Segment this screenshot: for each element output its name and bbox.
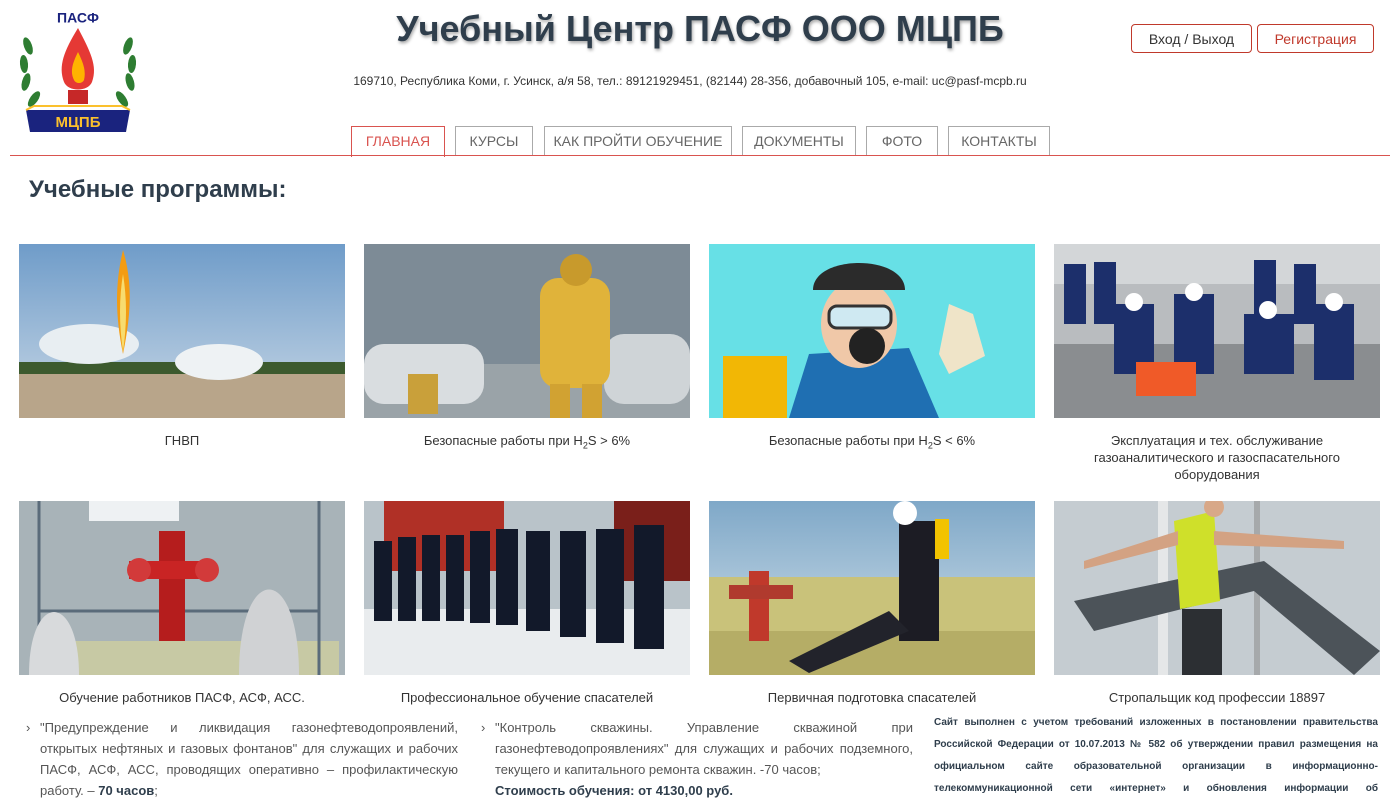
program-card-pasf-training[interactable]: Обучение работников ПАСФ, АСФ, АСС. [19, 501, 345, 706]
rescuers-lineup-photo[interactable] [364, 501, 690, 675]
nav-divider [10, 155, 1390, 156]
program-text: "Контроль скважины. Управление скважиной… [495, 720, 913, 777]
legal-note: Сайт выполнен с учетом требований изложе… [934, 717, 1378, 794]
program-card-caption: Безопасные работы при H2S > 6% [364, 432, 690, 455]
section-title: Учебные программы: [29, 176, 287, 203]
rescue-drag-photo[interactable] [709, 501, 1035, 675]
program-card-slinger[interactable]: Стропальщик код профессии 18897 [1054, 501, 1380, 706]
hazmat-suit-photo[interactable] [364, 244, 690, 418]
chevron-right-icon: › [26, 720, 31, 735]
program-card-caption: Безопасные работы при H2S < 6% [709, 432, 1035, 455]
program-card-caption: Стропальщик код профессии 18897 [1108, 690, 1326, 705]
program-description-well-control: › "Контроль скважины. Управление скважин… [481, 717, 913, 800]
steel-beam-worker-photo[interactable] [1054, 501, 1380, 675]
caption-text: S > 6% [587, 433, 631, 448]
program-card-h2s-above-6[interactable]: Безопасные работы при H2S > 6% [364, 244, 690, 455]
program-description-gnvp: › "Предупреждение и ликвидация газонефте… [26, 717, 458, 800]
tab-documents[interactable]: ДОКУМЕНТЫ [742, 126, 856, 156]
login-logout-button[interactable]: Вход / Выход [1131, 24, 1252, 53]
program-card-h2s-below-6[interactable]: Безопасные работы при H2S < 6% [709, 244, 1035, 455]
wellhead-stand-photo[interactable] [19, 501, 345, 675]
tab-courses[interactable]: КУРСЫ [455, 126, 533, 156]
tab-photo[interactable]: ФОТО [866, 126, 938, 156]
caption-text: Безопасные работы при H [768, 433, 928, 448]
program-card-caption: Профессиональное обучение спасателей [400, 690, 654, 705]
program-card-gnvp[interactable]: ГНВП [19, 244, 345, 449]
gas-flare-photo[interactable] [19, 244, 345, 418]
program-tail: ; [154, 783, 158, 798]
caption-text: S < 6% [932, 433, 976, 448]
program-price: Стоимость обучения: от 4130,00 руб. [495, 783, 733, 798]
tab-home[interactable]: ГЛАВНАЯ [351, 126, 445, 157]
program-card-rescuers-professional[interactable]: Профессиональное обучение спасателей [364, 501, 690, 706]
caption-text: Безопасные работы при H [423, 433, 583, 448]
contact-address: 169710, Республика Коми, г. Усинск, а/я … [353, 74, 1027, 88]
program-card-caption: Первичная подготовка спасателей [767, 690, 977, 705]
tab-how-to-study[interactable]: КАК ПРОЙТИ ОБУЧЕНИЕ [544, 126, 732, 156]
program-card-gas-equipment[interactable]: Эксплуатация и тех. обслуживание газоана… [1054, 244, 1380, 483]
chevron-right-icon: › [481, 720, 486, 735]
program-hours: 70 часов [98, 783, 155, 798]
gas-mask-worker-photo[interactable] [709, 244, 1035, 418]
tab-contacts[interactable]: КОНТАКТЫ [948, 126, 1050, 156]
program-card-rescuers-primary[interactable]: Первичная подготовка спасателей [709, 501, 1035, 706]
program-card-caption: ГНВП [164, 433, 200, 448]
program-card-caption: Эксплуатация и тех. обслуживание газоана… [1094, 433, 1340, 482]
rescue-training-photo[interactable] [1054, 244, 1380, 418]
program-card-caption: Обучение работников ПАСФ, АСФ, АСС. [59, 690, 305, 705]
main-navigation: ГЛАВНАЯ КУРСЫ КАК ПРОЙТИ ОБУЧЕНИЕ ДОКУМЕ… [0, 126, 1400, 157]
register-button[interactable]: Регистрация [1257, 24, 1374, 53]
